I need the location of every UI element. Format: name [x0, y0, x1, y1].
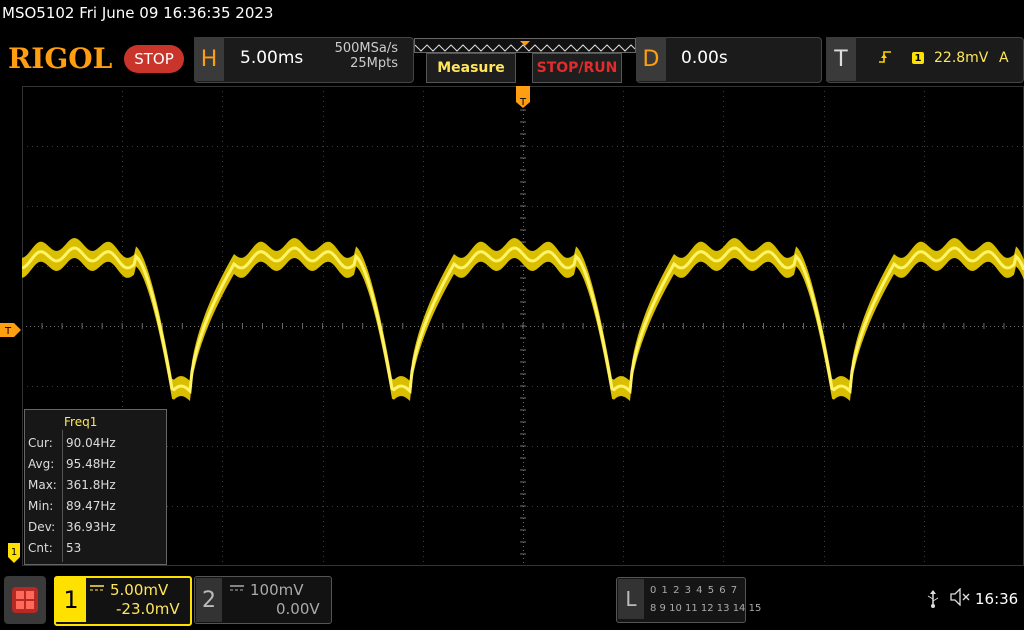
measurement-row-value: 95.48Hz — [66, 457, 116, 471]
stop-run-button[interactable]: STOP/RUN — [532, 53, 622, 83]
channel1-offset: -23.0mV — [116, 600, 180, 618]
trigger-level-marker[interactable]: T — [0, 322, 22, 337]
channel1-trace — [22, 238, 1024, 401]
run-status-badge[interactable]: STOP — [124, 45, 184, 73]
trigger-mode: A — [999, 50, 1009, 66]
measurement-row-value: 36.93Hz — [66, 520, 116, 534]
measurement-row: Avg: 95.48Hz — [28, 457, 116, 471]
measurement-title: Freq1 — [64, 415, 98, 429]
overview-wave-icon — [415, 41, 635, 52]
dc-coupling-icon — [230, 585, 244, 596]
sample-rate: 500MSa/s — [334, 41, 398, 56]
measurement-row: Cnt: 53 — [28, 541, 81, 555]
memory-depth: 25Mpts — [350, 56, 398, 71]
measurement-row-label: Dev: — [28, 520, 56, 534]
delay-value: 0.00s — [681, 48, 728, 68]
main-menu-button[interactable] — [4, 576, 46, 624]
measurement-row-value: 53 — [66, 541, 82, 555]
graticule — [21, 85, 1024, 567]
trigger-level-value: 22.8mV — [934, 50, 989, 66]
channel1-trace-core — [21, 246, 1024, 394]
channel1-offset-marker[interactable]: 1 — [8, 543, 22, 563]
grid-menu-icon — [12, 587, 38, 613]
channel2-offset: 0.00V — [276, 600, 320, 618]
measurement-row-label: Cur: — [28, 436, 53, 450]
measurement-row: Dev: 36.93Hz — [28, 520, 116, 534]
channel1-marker-label: 1 — [11, 547, 17, 558]
usb-icon[interactable] — [926, 590, 940, 612]
measurement-row: Max: 361.8Hz — [28, 478, 116, 492]
rigol-logo: RIGOL — [8, 42, 113, 75]
channel1-scale: 5.00mV — [110, 581, 169, 599]
measurement-row-label: Cnt: — [28, 541, 53, 555]
window-title: MSO5102 Fri June 09 16:36:35 2023 — [2, 4, 274, 22]
waveform-display[interactable] — [21, 85, 1024, 567]
measurement-row-label: Avg: — [28, 457, 55, 471]
trigger-position-marker[interactable]: T — [515, 86, 531, 110]
trigger-source-badge: 1 — [912, 52, 924, 64]
dc-coupling-icon — [90, 585, 104, 596]
logic-channels-row2: 8 9 10 11 12 13 14 15 — [650, 603, 762, 614]
horizontal-label[interactable]: H — [194, 37, 224, 81]
trigger-label[interactable]: T — [826, 37, 856, 81]
measurement-row: Cur: 90.04Hz — [28, 436, 116, 450]
sample-rate-info: 500MSa/s 25Mpts — [312, 41, 398, 71]
rising-edge-icon — [878, 50, 892, 68]
logic-channels-row1: 0 1 2 3 4 5 6 7 — [650, 585, 739, 596]
logic-analyzer-label[interactable]: L — [618, 579, 644, 619]
speaker-mute-icon[interactable] — [950, 587, 970, 610]
system-clock: 16:36 — [975, 590, 1019, 608]
measurement-row: Min: 89.47Hz — [28, 499, 116, 513]
channel2-scale: 100mV — [250, 581, 304, 599]
measurement-row-value: 361.8Hz — [66, 478, 116, 492]
channel2-number[interactable]: 2 — [196, 578, 222, 622]
time-scale-value: 5.00ms — [240, 48, 304, 68]
trigger-level-label: T — [4, 326, 12, 337]
measurement-row-label: Max: — [28, 478, 57, 492]
trigger-position-label: T — [519, 97, 527, 108]
measurement-row-label: Min: — [28, 499, 54, 513]
measure-button[interactable]: Measure — [426, 53, 516, 83]
memory-overview-strip[interactable] — [414, 38, 636, 53]
delay-label[interactable]: D — [636, 37, 666, 81]
measurement-row-value: 89.47Hz — [66, 499, 116, 513]
channel1-number[interactable]: 1 — [56, 578, 86, 622]
measurement-row-value: 90.04Hz — [66, 436, 116, 450]
